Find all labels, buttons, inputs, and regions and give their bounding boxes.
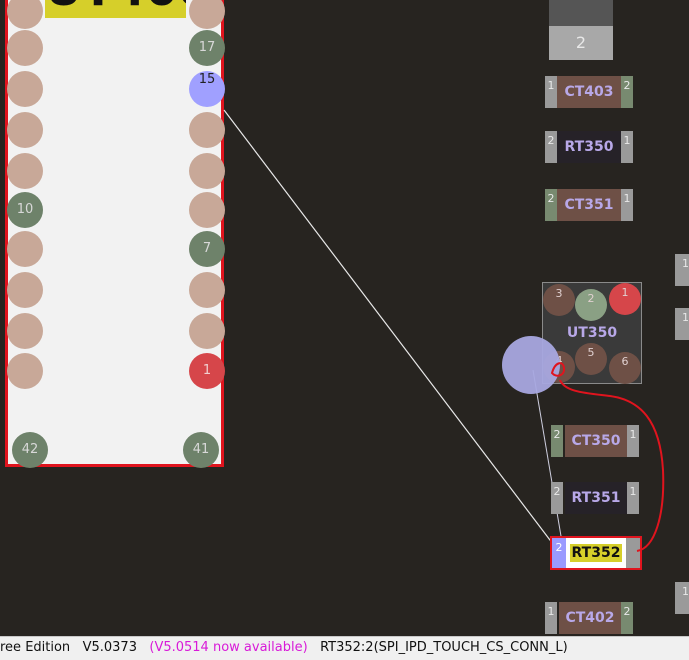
status-selection: RT352:2(SPI_IPD_TOUCH_CS_CONN_L) <box>320 640 568 655</box>
status-bar: ree Edition V5.0373 (V5.0514 now availab… <box>0 636 689 660</box>
red-annotation-overlay <box>550 362 665 552</box>
annotation-arrow-curve <box>559 379 665 552</box>
annotation-arrow-head <box>550 362 566 377</box>
board-canvas[interactable]: 2 UT400 10 171571 42 41 1 CT403 2 2 RT35… <box>0 0 689 636</box>
status-version: V5.0373 <box>82 640 137 655</box>
status-update-link[interactable]: (V5.0514 now available) <box>149 640 307 655</box>
status-edition: ree Edition <box>0 640 71 655</box>
